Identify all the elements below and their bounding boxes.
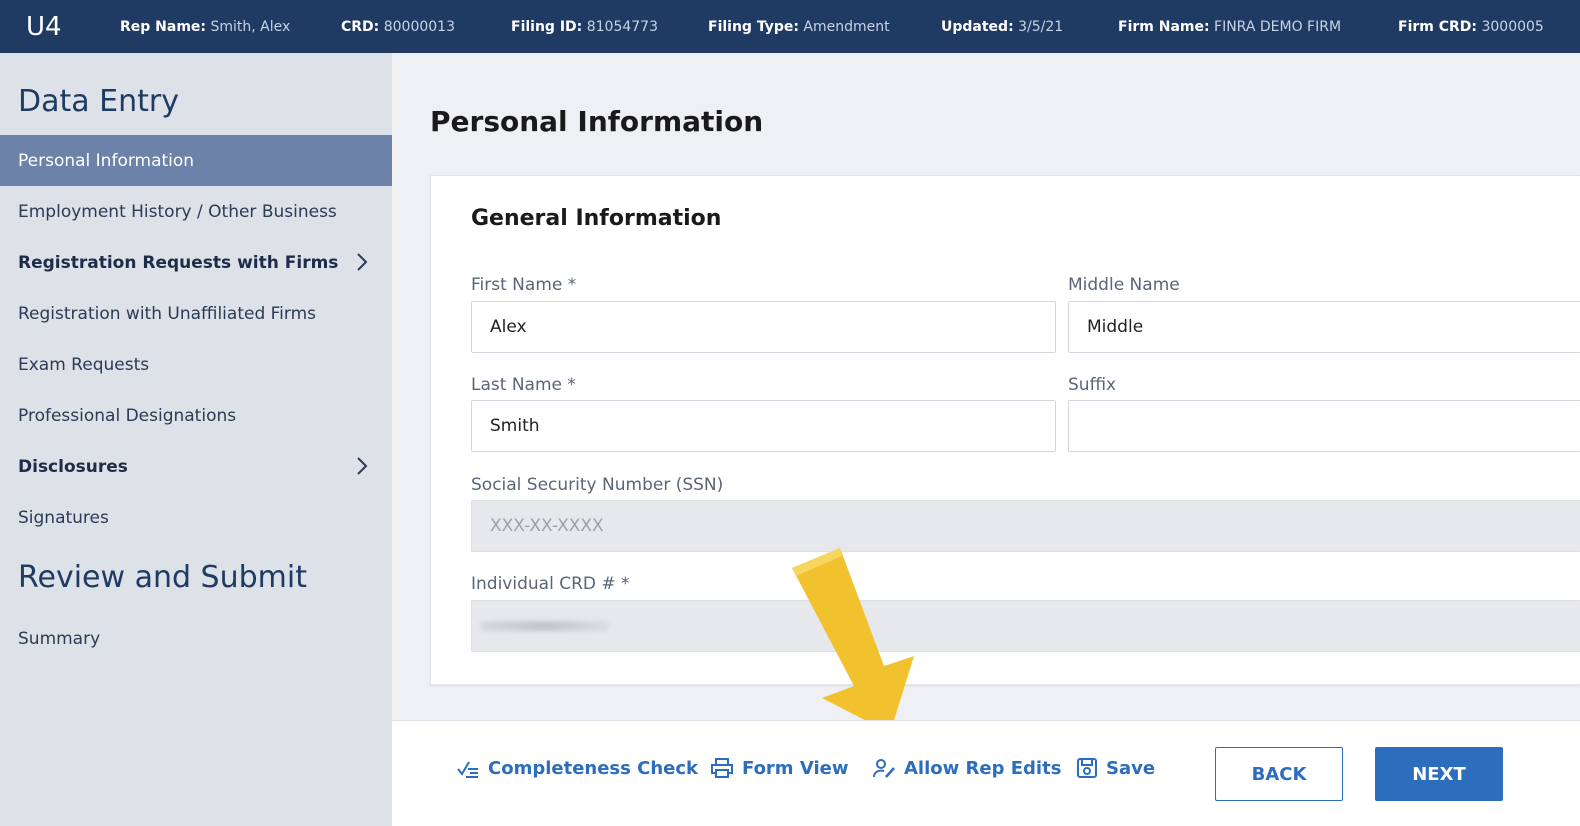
save-button[interactable]: Save (1076, 757, 1155, 779)
redacted-value (480, 621, 610, 631)
annotation-arrow-icon (792, 548, 914, 733)
sidebar-item-label: Registration Requests with Firms (18, 252, 339, 273)
printer-icon (711, 758, 733, 778)
general-information-card: General Information First Name * Alex Mi… (430, 175, 1580, 685)
checklist-icon (457, 761, 478, 778)
section-review-submit: Review and Submit (18, 560, 307, 595)
footer-action-bar: Completeness Check Form View Allow Rep E… (392, 720, 1580, 826)
user-edit-icon (873, 759, 895, 778)
middle-name-field[interactable]: Middle (1068, 301, 1580, 353)
sidebar: Data Entry Personal Information Employme… (0, 53, 392, 826)
sidebar-item-exam-requests[interactable]: Exam Requests (0, 339, 392, 390)
ssn-field: XXX-XX-XXXX (471, 500, 1580, 552)
next-button[interactable]: NEXT (1375, 747, 1503, 801)
last-name-field[interactable]: Smith (471, 400, 1056, 452)
rep-name: Rep Name: Smith, Alex (120, 18, 291, 35)
sidebar-item-personal-information[interactable]: Personal Information (0, 135, 392, 186)
sidebar-item-summary[interactable]: Summary (0, 613, 392, 664)
first-name-label: First Name * (471, 275, 577, 295)
save-label: Save (1106, 757, 1156, 779)
main-content: Personal Information General Information… (392, 53, 1580, 826)
allow-rep-edits-label: Allow Rep Edits (904, 757, 1062, 779)
suffix-field[interactable] (1068, 400, 1580, 452)
middle-name-label: Middle Name (1068, 275, 1180, 295)
sidebar-item-signatures[interactable]: Signatures (0, 492, 392, 543)
individual-crd-label: Individual CRD # * (471, 574, 630, 594)
section-data-entry: Data Entry (18, 84, 179, 119)
updated: Updated: 3/5/21 (941, 18, 1064, 35)
form-view-label: Form View (742, 757, 849, 779)
firm-name: Firm Name: FINRA DEMO FIRM (1118, 18, 1342, 35)
form-type: U4 (26, 11, 62, 42)
chevron-right-icon (357, 253, 368, 271)
allow-rep-edits-button[interactable]: Allow Rep Edits (872, 757, 1061, 779)
back-button[interactable]: BACK (1215, 747, 1343, 801)
sidebar-item-label: Disclosures (18, 456, 128, 477)
last-name-label: Last Name * (471, 375, 576, 395)
sidebar-item-professional-designations[interactable]: Professional Designations (0, 390, 392, 441)
completeness-check-label: Completeness Check (488, 757, 698, 779)
crd: CRD: 80000013 (341, 18, 455, 35)
form-view-button[interactable]: Form View (710, 757, 848, 779)
individual-crd-field (471, 600, 1580, 652)
top-header: U4 Rep Name: Smith, Alex CRD: 80000013 F… (0, 0, 1580, 53)
firm-crd: Firm CRD: 3000005 (1398, 18, 1544, 35)
chevron-right-icon (357, 457, 368, 475)
filing-type: Filing Type: Amendment (708, 18, 890, 35)
suffix-label: Suffix (1068, 375, 1117, 395)
card-title: General Information (471, 206, 722, 231)
ssn-label: Social Security Number (SSN) (471, 475, 724, 495)
sidebar-item-unaffiliated-firms[interactable]: Registration with Unaffiliated Firms (0, 288, 392, 339)
sidebar-item-employment-history[interactable]: Employment History / Other Business (0, 186, 392, 237)
completeness-check-button[interactable]: Completeness Check (456, 757, 698, 779)
sidebar-item-registration-requests[interactable]: Registration Requests with Firms (0, 237, 392, 288)
sidebar-item-disclosures[interactable]: Disclosures (0, 441, 392, 492)
first-name-field[interactable]: Alex (471, 301, 1056, 353)
page-title: Personal Information (430, 105, 764, 138)
save-icon (1077, 758, 1097, 778)
filing-id: Filing ID: 81054773 (511, 18, 658, 35)
